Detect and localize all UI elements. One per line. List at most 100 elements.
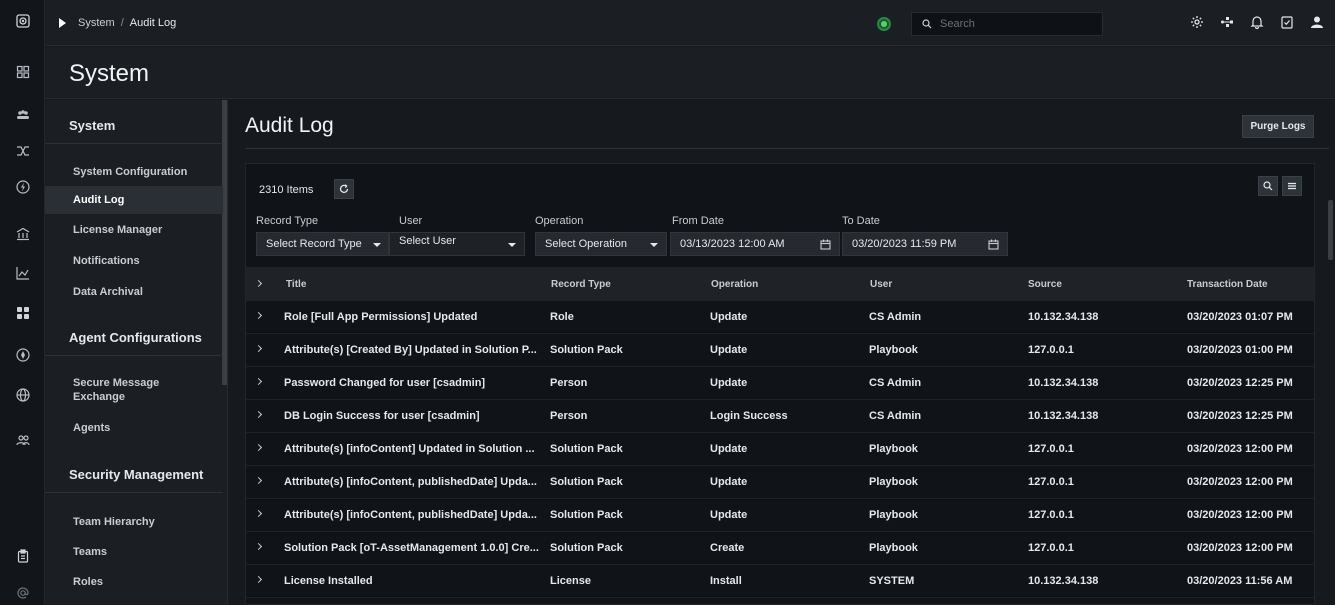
search-input[interactable]: [940, 18, 1090, 30]
column-user[interactable]: User: [870, 279, 892, 290]
section-title: Audit Log: [245, 114, 334, 137]
cell-user: Playbook: [869, 542, 918, 554]
workflow-icon[interactable]: [1219, 14, 1235, 30]
table-row[interactable]: Password Changed for user [csadmin] Pers…: [246, 367, 1314, 400]
column-source[interactable]: Source: [1028, 279, 1062, 290]
expand-row-icon[interactable]: [254, 377, 263, 386]
table-menu-button[interactable]: [1282, 176, 1302, 196]
record-type-select[interactable]: Select Record Type: [256, 232, 389, 256]
compass-icon[interactable]: [0, 340, 45, 370]
purge-logs-button[interactable]: Purge Logs: [1242, 115, 1314, 138]
column-title[interactable]: Title: [286, 279, 306, 290]
grid-icon[interactable]: [0, 298, 45, 328]
refresh-button[interactable]: [334, 179, 354, 199]
sidebar-item-audit-log[interactable]: Audit Log: [45, 186, 223, 214]
table-search-button[interactable]: [1258, 176, 1278, 196]
chart-icon[interactable]: [0, 258, 45, 288]
at-icon[interactable]: [0, 578, 45, 605]
cell-transaction-date: 03/20/2023 01:07 PM: [1187, 311, 1293, 323]
breadcrumb: System / Audit Log: [59, 17, 176, 29]
calendar-icon[interactable]: [988, 239, 999, 250]
page-scrollbar[interactable]: [1328, 200, 1333, 260]
people-icon[interactable]: [0, 425, 45, 455]
breadcrumb-system[interactable]: System: [78, 17, 115, 29]
sidebar-item-roles[interactable]: Roles: [45, 570, 223, 594]
sidebar-item-agents[interactable]: Agents: [45, 416, 223, 440]
cell-record-type: Solution Pack: [550, 476, 623, 488]
expand-row-icon[interactable]: [254, 542, 263, 551]
table-row[interactable]: Attribute(s) [infoContent, publishedDate…: [246, 466, 1314, 499]
shuffle-icon[interactable]: [0, 136, 45, 166]
table-row[interactable]: License Installed License Install SYSTEM…: [246, 565, 1314, 598]
cell-title: License Installed: [284, 575, 373, 587]
breadcrumb-current: Audit Log: [129, 17, 177, 29]
operation-select[interactable]: Select Operation: [535, 232, 667, 256]
column-operation[interactable]: Operation: [711, 279, 758, 290]
cell-title: Attribute(s) [infoContent, publishedDate…: [284, 509, 537, 521]
expand-row-icon[interactable]: [254, 575, 263, 584]
sidebar-item-system-configuration[interactable]: System Configuration: [45, 160, 223, 184]
expand-row-icon[interactable]: [254, 476, 263, 485]
expand-row-icon[interactable]: [254, 311, 263, 320]
global-search[interactable]: [911, 12, 1103, 36]
clipboard-icon[interactable]: [0, 541, 45, 571]
sidebar-item-license-manager[interactable]: License Manager: [45, 218, 223, 242]
user-select[interactable]: Select User: [389, 232, 525, 256]
menu-icon: [1288, 182, 1296, 190]
cell-user: Playbook: [869, 443, 918, 455]
cell-title: Attribute(s) [infoContent, publishedDate…: [284, 476, 537, 488]
user-icon[interactable]: [1309, 14, 1325, 30]
status-indicator-icon[interactable]: [877, 17, 891, 31]
table-row[interactable]: Solution Pack [oT-AssetManagement 1.0.0]…: [246, 532, 1314, 565]
logo-icon[interactable]: [0, 6, 45, 36]
sidebar-item-notifications[interactable]: Notifications: [45, 249, 223, 273]
table-row[interactable]: Attribute(s) [infoContent] Updated in So…: [246, 433, 1314, 466]
lightning-icon[interactable]: [0, 172, 45, 202]
cell-transaction-date: 03/20/2023 12:00 PM: [1187, 476, 1293, 488]
table-row[interactable]: Attribute(s) [infoContent, publishedDate…: [246, 499, 1314, 532]
items-count: 2310 Items: [259, 184, 314, 196]
gear-icon[interactable]: [1189, 14, 1205, 30]
sidebar-item-data-archival[interactable]: Data Archival: [45, 280, 223, 304]
operation-value: Select Operation: [545, 238, 627, 250]
to-date-value: 03/20/2023 11:59 PM: [852, 238, 957, 250]
refresh-icon: [339, 184, 349, 193]
column-transaction-date[interactable]: Transaction Date: [1187, 279, 1268, 290]
to-date-input[interactable]: 03/20/2023 11:59 PM: [842, 232, 1008, 256]
cell-title: Attribute(s) [infoContent] Updated in So…: [284, 443, 535, 455]
column-record-type[interactable]: Record Type: [551, 279, 611, 290]
expand-row-icon[interactable]: [254, 344, 263, 353]
cell-title: Solution Pack [oT-AssetManagement 1.0.0]…: [284, 542, 539, 554]
sidebar-item-secure-message-exchange[interactable]: Secure Message Exchange: [45, 374, 195, 406]
chevron-down-icon: [508, 243, 516, 247]
from-date-input[interactable]: 03/13/2023 12:00 AM: [670, 232, 840, 256]
team-icon[interactable]: [0, 100, 45, 130]
calendar-icon[interactable]: [820, 239, 831, 250]
expand-all-icon[interactable]: [254, 279, 263, 288]
sidebar-item-team-hierarchy[interactable]: Team Hierarchy: [45, 510, 223, 534]
bank-icon[interactable]: [0, 219, 45, 249]
expand-row-icon[interactable]: [254, 443, 263, 452]
checklist-icon[interactable]: [1279, 14, 1295, 30]
cell-user: CS Admin: [869, 311, 922, 323]
expand-row-icon[interactable]: [254, 509, 263, 518]
table-row[interactable]: Role [Full App Permissions] Updated Role…: [246, 301, 1314, 334]
globe-icon[interactable]: [0, 380, 45, 410]
main-content: Audit Log Purge Logs 2310 Items Record T…: [229, 100, 1335, 605]
cell-operation: Update: [710, 311, 748, 323]
table-row[interactable]: Attribute(s) [Created By] Updated in Sol…: [246, 334, 1314, 367]
cell-transaction-date: 03/20/2023 11:56 AM: [1187, 575, 1293, 587]
sidebar-item-teams[interactable]: Teams: [45, 540, 223, 564]
page-title: System: [69, 60, 150, 87]
bell-icon[interactable]: [1249, 14, 1265, 30]
table-row[interactable]: DB Login Success for user [csadmin] Pers…: [246, 400, 1314, 433]
play-icon[interactable]: [59, 18, 66, 28]
dashboard-icon[interactable]: [0, 57, 45, 87]
record-type-label: Record Type: [256, 215, 319, 227]
operation-label: Operation: [535, 215, 584, 227]
cell-operation: Update: [710, 344, 748, 356]
cell-operation: Update: [710, 509, 748, 521]
cell-user: Playbook: [869, 509, 918, 521]
expand-row-icon[interactable]: [254, 410, 263, 419]
cell-record-type: License: [550, 575, 591, 587]
